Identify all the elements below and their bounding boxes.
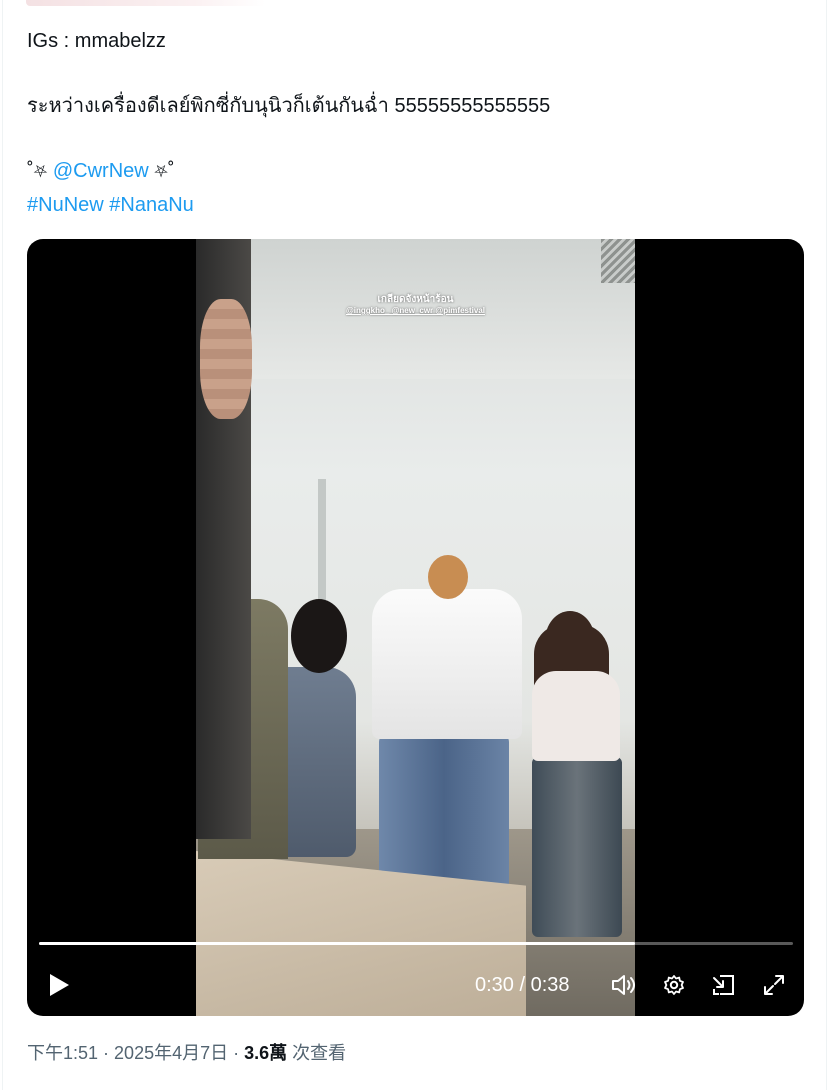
post-date-link[interactable]: 2025年4月7日 [114, 1043, 228, 1063]
post-text-ig-line: IGs : mmabelzz [27, 30, 166, 52]
video-sticker-title: เกลียดจังหน้าร้อน [377, 294, 454, 305]
video-player[interactable]: เกลียดจังหน้าร้อน @inggkho_ @new_cwr @pi… [27, 239, 804, 1016]
post-text-mention-line: ˚⛧ @CwrNew ⛧˚ [27, 158, 175, 185]
dancer-left-head [291, 599, 347, 673]
post-hashtags: #NuNew #NanaNu [27, 192, 194, 218]
picture-in-picture-icon [713, 975, 734, 995]
pentagram-icon: ⛧ [33, 162, 48, 181]
dancer-center-shirt [372, 589, 522, 739]
meta-separator: · [98, 1043, 115, 1063]
video-controls: 0:30 / 0:38 [27, 963, 804, 1007]
duration: 0:38 [530, 974, 570, 996]
fullscreen-icon [764, 975, 784, 995]
gear-icon [664, 975, 684, 995]
post-time-link[interactable]: 下午1:51 [27, 1043, 98, 1063]
play-button[interactable] [41, 963, 77, 1007]
fullscreen-button[interactable] [758, 963, 790, 1007]
dancer-center-head [428, 555, 468, 599]
views-label: 次查看 [292, 1043, 347, 1063]
current-time: 0:30 [475, 974, 514, 996]
hashtag-link[interactable]: #NanaNu [109, 194, 194, 216]
post-metadata: 下午1:51 · 2025年4月7日 · 3.6萬 次查看 [27, 1040, 346, 1066]
dancer-right-head [545, 611, 595, 671]
settings-button[interactable] [658, 963, 690, 1007]
pentagram-icon: ⛧ [154, 162, 168, 181]
video-progress-bar[interactable] [39, 942, 793, 945]
pixelated-face [200, 299, 252, 419]
picture-in-picture-button[interactable] [708, 963, 740, 1007]
dancer-right-jeans [532, 757, 622, 937]
time-separator: / [513, 974, 531, 996]
volume-icon [612, 975, 635, 995]
views-count: 3.6萬 [244, 1043, 288, 1063]
ceiling-vent [601, 239, 635, 283]
degree-mark: ˚ [27, 160, 34, 182]
previous-item-edge [26, 0, 266, 6]
hashtag-link[interactable]: #NuNew [27, 194, 104, 216]
video-sticker-tags: @inggkho_ @new_cwr @pimfestival [346, 306, 485, 315]
play-icon [50, 974, 69, 996]
video-timestamp: 0:30 / 0:38 [475, 963, 570, 1007]
video-frame: เกลียดจังหน้าร้อน @inggkho_ @new_cwr @pi… [196, 239, 635, 1016]
volume-button[interactable] [609, 963, 641, 1007]
degree-mark: ˚ [167, 160, 175, 182]
mention-link[interactable]: @CwrNew [53, 160, 149, 182]
dancer-right-top [532, 671, 620, 761]
post-text-caption: ระหว่างเครื่องดีเลย์พิกซี่กับนุนิวก็เต้น… [27, 95, 551, 117]
meta-separator: · [228, 1043, 245, 1063]
video-progress-fill [39, 942, 635, 945]
